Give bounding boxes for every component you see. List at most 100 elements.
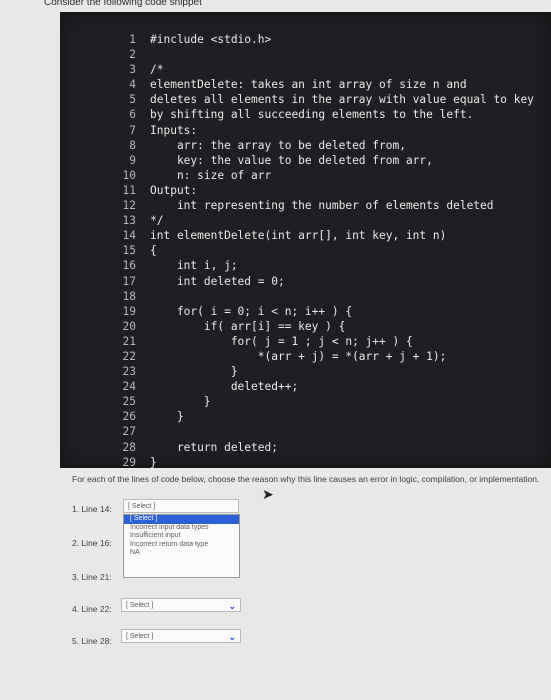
code-panel: 1 #include <stdio.h> 2 3 /* 4 elementDelete: t… [60, 12, 551, 470]
question-4-select[interactable]: [ Select ] ⌄ [121, 598, 241, 612]
code-text: } [150, 365, 238, 379]
line-number: 8 [129, 138, 136, 152]
line-number: 11 [122, 183, 136, 197]
code-line: 21 for( j = 1 ; j < n; j++ ) { [108, 334, 534, 349]
line-number: 20 [122, 319, 136, 333]
chevron-down-icon: ⌄ [228, 601, 236, 611]
question-4-select-value: [ Select ] [126, 602, 154, 609]
code-line: 14 int elementDelete(int arr[], int key, … [108, 228, 534, 243]
code-line: 12 int representing the number of elemen… [108, 198, 534, 213]
code-text: deleted++; [150, 380, 299, 394]
line-number: 10 [122, 168, 136, 182]
code-line: 1 #include <stdio.h> [108, 32, 534, 47]
code-text: int elementDelete(int arr[], int key, in… [150, 229, 447, 243]
question-1-select-value: [ Select ] [128, 503, 156, 510]
line-number: 7 [129, 123, 136, 137]
code-line: 9 key: the value to be deleted from arr, [108, 153, 534, 168]
code-text: int deleted = 0; [150, 274, 285, 288]
code-line: 25 } [108, 394, 534, 409]
dropdown-option-select[interactable]: [ Select ] [124, 515, 239, 524]
mouse-pointer-icon: ➤ [262, 486, 274, 502]
question-1-select[interactable]: [ Select ] [123, 499, 239, 513]
intro-text: Consider the following code snippet [44, 0, 202, 8]
code-text: n: size of arr [150, 168, 272, 182]
code-text: key: the value to be deleted from arr, [150, 153, 433, 167]
question-4-label: 4. Line 22: [72, 604, 112, 614]
code-text: /* [150, 63, 164, 77]
code-line: 19 for( i = 0; i < n; i++ ) { [108, 304, 534, 319]
line-number: 16 [122, 259, 136, 273]
line-number: 24 [122, 380, 136, 394]
instructions: For each of the lines of code below, cho… [72, 474, 540, 484]
dropdown-option-incorrect-input-types[interactable]: Incorrect input data types [124, 524, 239, 533]
dropdown-option-insufficient-input[interactable]: Insufficient input [124, 532, 239, 541]
code-text: Output: [150, 183, 198, 197]
code-text: deletes all elements in the array with v… [150, 93, 534, 107]
code-text: */ [150, 214, 164, 228]
code-line: 7 Inputs: [108, 123, 534, 138]
code-line: 6 by shifting all succeeding elements to … [108, 107, 534, 122]
code-line: 2 [108, 47, 534, 62]
code-text: int i, j; [150, 259, 238, 273]
code-line: 23 } [108, 364, 534, 379]
code-line: 13 */ [108, 213, 534, 228]
code-text: if( arr[i] == key ) { [150, 319, 346, 333]
line-number: 28 [122, 440, 136, 454]
code-line: 28 return deleted; [108, 440, 534, 455]
line-number: 23 [122, 365, 136, 379]
chevron-down-icon: ⌄ [228, 632, 236, 642]
code-text: } [150, 410, 184, 424]
code-text: } [150, 455, 157, 469]
line-number: 29 [122, 455, 136, 469]
question-5-label: 5. Line 28: [72, 636, 112, 646]
code-text: *(arr + j) = *(arr + j + 1); [150, 349, 447, 363]
line-number: 6 [129, 108, 136, 122]
code-text: int representing the number of elements … [150, 199, 494, 213]
question-3-label: 3. Line 21: [72, 572, 112, 582]
code-line: 17 int deleted = 0; [108, 274, 534, 289]
line-number: 21 [122, 334, 136, 348]
line-number: 22 [122, 349, 136, 363]
code-line: 20 if( arr[i] == key ) { [108, 319, 534, 334]
code-line: 8 arr: the array to be deleted from, [108, 138, 534, 153]
question-5-select-value: [ Select ] [126, 633, 154, 640]
question-5-select[interactable]: [ Select ] ⌄ [121, 629, 241, 643]
code-text: for( j = 1 ; j < n; j++ ) { [150, 334, 413, 348]
code-text: } [150, 395, 211, 409]
code-text: arr: the array to be deleted from, [150, 138, 406, 152]
line-number: 17 [122, 274, 136, 288]
line-number: 18 [122, 289, 136, 303]
code-line: 16 int i, j; [108, 258, 534, 273]
line-number: 27 [122, 425, 136, 439]
line-number: 25 [122, 395, 136, 409]
code-line: 11 Output: [108, 183, 534, 198]
question-2-label: 2. Line 16: [72, 538, 112, 548]
line-number: 13 [122, 214, 136, 228]
code-line: 10 n: size of arr [108, 168, 534, 183]
code-text: by shifting all succeeding elements to t… [150, 108, 474, 122]
question-1-dropdown-menu[interactable]: [ Select ] Incorrect input data types In… [123, 514, 240, 578]
line-number: 26 [122, 410, 136, 424]
line-number: 4 [129, 78, 136, 92]
line-number: 15 [122, 244, 136, 258]
line-number: 14 [122, 229, 136, 243]
code-line: 29} [108, 455, 534, 470]
code-text: { [150, 244, 157, 258]
code-text: #include <stdio.h> [150, 33, 272, 46]
line-number: 12 [122, 199, 136, 213]
code-line: 15 { [108, 243, 534, 258]
code-line: 4 elementDelete: takes an int array of si… [108, 77, 534, 92]
dropdown-option-na[interactable]: NA [124, 549, 239, 558]
code-text: elementDelete: takes an int array of siz… [150, 78, 467, 92]
code-line: 24 deleted++; [108, 379, 534, 394]
dropdown-option-incorrect-return-type[interactable]: Incorrect return data type [124, 541, 239, 550]
code-text: for( i = 0; i < n; i++ ) { [150, 304, 353, 318]
line-number: 2 [129, 48, 136, 62]
line-number: 3 [129, 63, 136, 77]
line-number: 9 [129, 153, 136, 167]
line-number: 1 [129, 33, 136, 46]
code-line: 18 [108, 289, 534, 304]
code-line: 26 } [108, 409, 534, 424]
line-number: 19 [122, 304, 136, 318]
code-line: 22 *(arr + j) = *(arr + j + 1); [108, 349, 534, 364]
